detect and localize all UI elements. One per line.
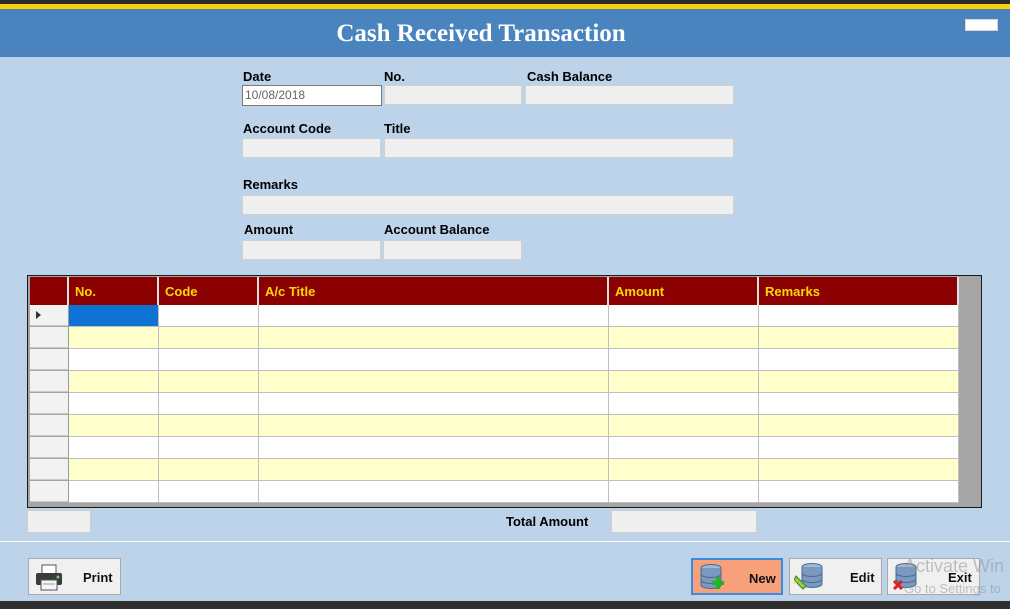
grid-cell[interactable]	[609, 327, 759, 349]
grid-cell[interactable]	[259, 393, 609, 415]
bottom-border	[0, 601, 1010, 609]
grid-corner-header	[30, 277, 69, 305]
grid-cell[interactable]	[259, 481, 609, 503]
account-balance-field[interactable]	[383, 240, 522, 260]
title-bar: Cash Received Transaction	[0, 9, 1010, 57]
activation-watermark: Activate Win	[904, 556, 1005, 576]
grid-cell[interactable]	[259, 305, 609, 327]
column-header-amount[interactable]: Amount	[609, 277, 759, 305]
account-code-label: Account Code	[243, 121, 332, 136]
grid-cell[interactable]	[609, 415, 759, 437]
row-header[interactable]	[30, 371, 69, 392]
print-label: Print	[83, 570, 113, 585]
row-header[interactable]	[30, 327, 69, 348]
row-header[interactable]	[30, 437, 69, 458]
grid-cell[interactable]	[259, 349, 609, 371]
new-label: New	[749, 571, 776, 586]
grid-cell[interactable]	[159, 349, 259, 371]
title-label: Title	[384, 121, 411, 136]
edit-button[interactable]: Edit	[789, 558, 882, 595]
row-header[interactable]	[30, 305, 69, 326]
date-value: 10/08/2018	[245, 88, 306, 102]
grid-cell[interactable]	[759, 349, 959, 371]
transaction-grid[interactable]: No. Code A/c Title Amount Remarks	[27, 275, 982, 508]
grid-cell[interactable]	[159, 437, 259, 459]
grid-cell[interactable]	[159, 393, 259, 415]
row-header[interactable]	[30, 459, 69, 480]
column-header-code[interactable]: Code	[159, 277, 259, 305]
grid-cell[interactable]	[159, 371, 259, 393]
row-header[interactable]	[30, 481, 69, 502]
grid-cell[interactable]	[69, 437, 159, 459]
grid-cell[interactable]	[259, 327, 609, 349]
separator	[0, 541, 1010, 542]
column-header-no[interactable]: No.	[69, 277, 159, 305]
new-button[interactable]: New	[691, 558, 783, 595]
grid-cell[interactable]	[159, 481, 259, 503]
grid-cell[interactable]	[259, 371, 609, 393]
grid-cell[interactable]	[609, 459, 759, 481]
date-picker[interactable]: 10/08/2018	[242, 85, 620, 106]
total-amount-field[interactable]	[611, 510, 757, 533]
grid-cell[interactable]	[69, 371, 159, 393]
window-title: Cash Received Transaction	[336, 20, 626, 47]
printer-icon	[36, 564, 62, 591]
edit-label: Edit	[850, 570, 875, 585]
grid-cell[interactable]	[609, 371, 759, 393]
account-balance-label: Account Balance	[384, 222, 490, 237]
no-label: No.	[384, 69, 405, 84]
grid-cell[interactable]	[759, 459, 959, 481]
grid-cell[interactable]	[259, 415, 609, 437]
current-row-arrow-icon	[36, 311, 41, 319]
grid-cell[interactable]	[259, 459, 609, 481]
grid-cell[interactable]	[609, 393, 759, 415]
grid-cell[interactable]	[159, 305, 259, 327]
grid-cell[interactable]	[759, 393, 959, 415]
grid-cell[interactable]	[69, 327, 159, 349]
grid-cell[interactable]	[69, 349, 159, 371]
remarks-field[interactable]	[242, 195, 734, 215]
grid-cell[interactable]	[759, 327, 959, 349]
print-button[interactable]: Print	[28, 558, 121, 595]
remarks-label: Remarks	[243, 177, 298, 192]
row-header[interactable]	[30, 415, 69, 436]
grid-cell[interactable]	[759, 437, 959, 459]
database-add-icon	[700, 564, 724, 589]
grid-cell[interactable]	[69, 393, 159, 415]
total-amount-label: Total Amount	[506, 514, 589, 529]
row-header[interactable]	[30, 349, 69, 370]
activation-watermark-subtext: Go to Settings to	[904, 581, 1001, 596]
grid-cell[interactable]	[159, 327, 259, 349]
grid-cell[interactable]	[159, 415, 259, 437]
grid-cell[interactable]	[69, 459, 159, 481]
grid-cell[interactable]	[159, 459, 259, 481]
amount-label: Amount	[244, 222, 294, 237]
column-header-remarks[interactable]: Remarks	[759, 277, 959, 305]
no-field[interactable]	[384, 85, 522, 105]
row-count-field[interactable]	[27, 510, 91, 533]
cash-balance-field[interactable]	[525, 85, 734, 105]
grid-cell[interactable]	[69, 415, 159, 437]
grid-cell[interactable]	[609, 481, 759, 503]
cash-balance-label: Cash Balance	[527, 69, 613, 84]
column-header-ac-title[interactable]: A/c Title	[259, 277, 609, 305]
database-edit-icon	[794, 563, 823, 590]
grid-cell[interactable]	[259, 437, 609, 459]
row-header[interactable]	[30, 393, 69, 414]
grid-cell[interactable]	[759, 305, 959, 327]
title-field[interactable]	[384, 138, 734, 158]
account-code-field[interactable]	[242, 138, 381, 158]
grid-cell[interactable]	[609, 305, 759, 327]
amount-field[interactable]	[242, 240, 381, 260]
grid-cell[interactable]	[69, 481, 159, 503]
date-label: Date	[243, 69, 272, 84]
grid-cell[interactable]	[69, 305, 159, 327]
grid-cell[interactable]	[759, 371, 959, 393]
minimize-button[interactable]	[965, 19, 998, 31]
grid-cell[interactable]	[759, 415, 959, 437]
grid-cell[interactable]	[759, 481, 959, 503]
grid-cell[interactable]	[609, 349, 759, 371]
grid-cell[interactable]	[609, 437, 759, 459]
